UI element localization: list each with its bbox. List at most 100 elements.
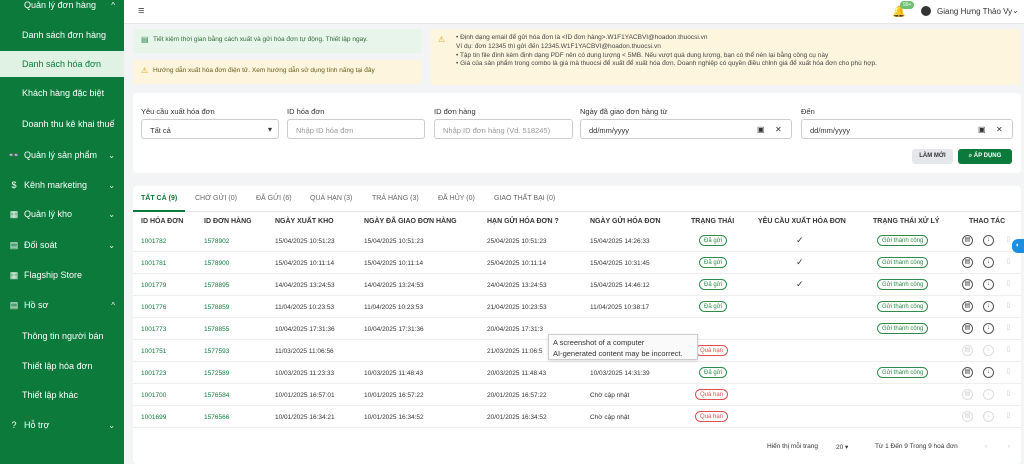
chevron-down-icon[interactable]: ⌄: [1012, 6, 1019, 15]
check-icon: ✓: [796, 279, 804, 289]
download-icon[interactable]: ↓: [983, 345, 994, 356]
help-chat-icon[interactable]: ◐: [1012, 239, 1024, 253]
cell-invoice[interactable]: 1001781: [141, 260, 166, 267]
guide-notice[interactable]: ⚠ Hướng dẫn xuất hóa đơn điện tử. Xem hư…: [133, 60, 421, 84]
clear-icon[interactable]: ✕: [996, 125, 1003, 134]
sidebar-item[interactable]: 👓 Quản lý sản phẩm ⌄: [0, 142, 124, 168]
help-icon[interactable]: ?: [555, 218, 559, 225]
cell-invoice[interactable]: 1001751: [141, 348, 166, 355]
reset-button[interactable]: LÀM MỚI: [912, 149, 953, 164]
download-icon[interactable]: ↓: [983, 367, 994, 378]
auto-invoice-notice[interactable]: ▤ Tiết kiệm thời gian bằng cách xuất và …: [133, 29, 421, 53]
calendar-icon[interactable]: ▣: [978, 125, 986, 134]
calendar-icon[interactable]: ▣: [757, 125, 765, 134]
cell-invoice[interactable]: 1001782: [141, 238, 166, 245]
document-icon[interactable]: ▯: [1003, 345, 1014, 356]
cell-order[interactable]: 1572589: [204, 370, 229, 377]
sidebar-item-label: Doanh thu kê khai thuế: [22, 119, 115, 129]
document-icon[interactable]: ▯: [1003, 323, 1014, 334]
document-icon[interactable]: ▯: [1003, 257, 1014, 268]
sidebar-item[interactable]: ▤ Hồ sơ ^: [0, 292, 124, 318]
user-avatar-icon[interactable]: [921, 6, 931, 16]
view-icon[interactable]: ▤: [962, 367, 973, 378]
tab-failed[interactable]: GIAO THẤT BẠI (0): [494, 195, 555, 202]
tab-all[interactable]: TẤT CẢ (9): [141, 195, 177, 202]
apply-button[interactable]: ⌕ ÁP DỤNG: [958, 149, 1012, 164]
cell-order[interactable]: 1577593: [204, 348, 229, 355]
download-icon[interactable]: ↓: [983, 301, 994, 312]
view-icon[interactable]: ▤: [962, 411, 973, 422]
document-icon[interactable]: ▯: [1003, 301, 1014, 312]
view-icon[interactable]: ▤: [962, 345, 973, 356]
cell-sent: 15/04/2025 14:26:33: [590, 238, 650, 245]
view-icon[interactable]: ▤: [962, 323, 973, 334]
view-icon[interactable]: ▤: [962, 389, 973, 400]
document-icon[interactable]: ▯: [1003, 389, 1014, 400]
sidebar-item[interactable]: Doanh thu kê khai thuế: [0, 111, 124, 137]
sidebar-item[interactable]: Khách hàng đặc biệt: [0, 80, 124, 106]
document-icon[interactable]: ▯: [1003, 367, 1014, 378]
tab-returned[interactable]: TRẢ HÀNG (3): [372, 195, 419, 202]
view-icon[interactable]: ▤: [962, 257, 973, 268]
cell-invoice[interactable]: 1001699: [141, 414, 166, 421]
download-icon[interactable]: ↓: [983, 257, 994, 268]
invoice-id-input[interactable]: Nhập ID hóa đơn: [287, 119, 425, 139]
view-icon[interactable]: ▤: [962, 279, 973, 290]
status-badge: Đã gửi: [699, 367, 728, 378]
cell-order[interactable]: 1578895: [204, 282, 229, 289]
sidebar-item[interactable]: Quản lý đơn hàng ^: [0, 0, 124, 18]
request-select[interactable]: Tất cả ▾: [141, 119, 279, 139]
cell-delivered: 10/04/2025 17:31:36: [364, 326, 424, 333]
sidebar-item[interactable]: Thông tin người bán: [0, 323, 124, 349]
sidebar-item[interactable]: ▦ Quản lý kho ⌄: [0, 201, 124, 227]
cell-invoice[interactable]: 1001773: [141, 326, 166, 333]
document-icon[interactable]: ▯: [1003, 411, 1014, 422]
download-icon[interactable]: ↓: [983, 411, 994, 422]
cell-invoice[interactable]: 1001723: [141, 370, 166, 377]
sidebar-item-label: Hồ sơ: [24, 300, 49, 310]
cell-order[interactable]: 1578859: [204, 304, 229, 311]
view-icon[interactable]: ▤: [962, 235, 973, 246]
date-from-input[interactable]: dd/mm/yyyy ▣ ✕: [580, 119, 792, 139]
sidebar-item[interactable]: ▦ Flagship Store: [0, 262, 124, 288]
menu-toggle-icon[interactable]: ≡: [138, 5, 144, 17]
tab-overdue[interactable]: QUÁ HẠN (3): [310, 195, 352, 202]
page-range: Từ 1 Đến 9 Trong 9 hoá đơn: [875, 443, 958, 450]
sidebar-item[interactable]: Thiết lập hóa đơn: [0, 353, 124, 379]
user-name[interactable]: Giang Hưng Thảo Vy: [937, 7, 1012, 16]
processing-badge: Gửi thành công: [877, 235, 929, 246]
sidebar-item-icon: ?: [11, 420, 17, 430]
sidebar-item[interactable]: Danh sách hóa đơn: [0, 51, 124, 77]
tab-sent[interactable]: ĐÃ GỬI (6): [256, 195, 292, 202]
cell-order[interactable]: 1578900: [204, 260, 229, 267]
prev-page-icon[interactable]: ‹: [985, 443, 987, 450]
cell-invoice[interactable]: 1001776: [141, 304, 166, 311]
cell-order[interactable]: 1578902: [204, 238, 229, 245]
cell-order[interactable]: 1578855: [204, 326, 229, 333]
cell-order[interactable]: 1576584: [204, 392, 229, 399]
sidebar-item[interactable]: ? Hỗ trợ ⌄: [0, 412, 124, 438]
cell-deadline: 20/01/2025 16:34:52: [487, 414, 547, 421]
tab-pending[interactable]: CHỜ GỬI (0): [195, 195, 237, 202]
document-icon[interactable]: ▯: [1003, 279, 1014, 290]
sidebar-item[interactable]: Danh sách đơn hàng: [0, 22, 124, 48]
cell-invoice[interactable]: 1001700: [141, 392, 166, 399]
cell-order[interactable]: 1576566: [204, 414, 229, 421]
download-icon[interactable]: ↓: [983, 389, 994, 400]
download-icon[interactable]: ↓: [983, 235, 994, 246]
sidebar-item-icon: ▦: [9, 208, 19, 219]
clear-icon[interactable]: ✕: [775, 125, 782, 134]
order-id-input[interactable]: Nhập ID đơn hàng (Vd. 518245): [434, 119, 573, 139]
next-page-icon[interactable]: ›: [1008, 443, 1010, 450]
per-page-select[interactable]: 20 ▾: [836, 443, 848, 451]
tab-cancelled[interactable]: ĐÃ HỦY (0): [438, 195, 475, 202]
sidebar-item[interactable]: ▤ Đối soát ⌄: [0, 232, 124, 258]
cell-invoice[interactable]: 1001779: [141, 282, 166, 289]
download-icon[interactable]: ↓: [983, 279, 994, 290]
sidebar-item[interactable]: Thiết lập khác: [0, 382, 124, 408]
view-icon[interactable]: ▤: [962, 301, 973, 312]
date-to-input[interactable]: dd/mm/yyyy ▣ ✕: [801, 119, 1013, 139]
sidebar-item[interactable]: $ Kênh marketing ⌄: [0, 172, 124, 198]
download-icon[interactable]: ↓: [983, 323, 994, 334]
sidebar-item-label: Thông tin người bán: [22, 331, 104, 341]
